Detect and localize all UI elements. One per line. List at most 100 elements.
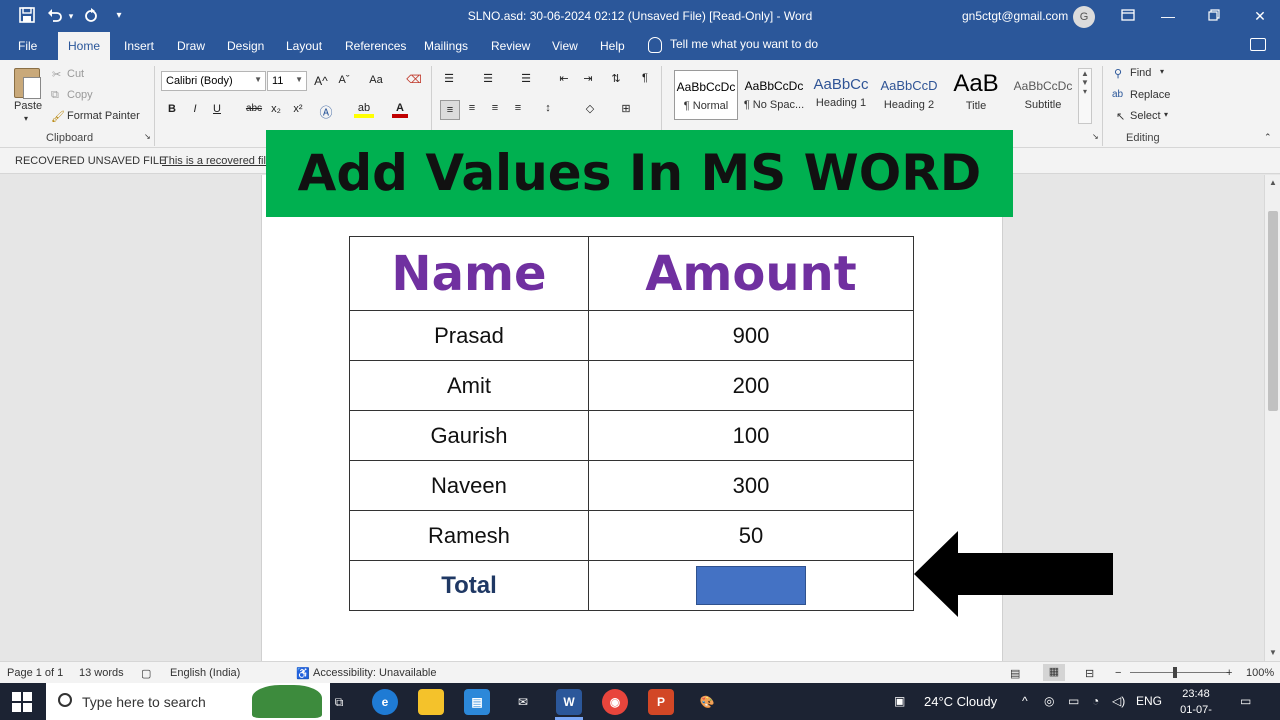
chrome-icon[interactable]: ◉: [602, 689, 628, 715]
multilevel-list-icon[interactable]: ☰: [518, 72, 534, 85]
tab-review[interactable]: Review: [491, 39, 530, 53]
notifications-icon[interactable]: ▭: [1240, 694, 1251, 708]
copy-icon[interactable]: ⧉: [51, 89, 59, 102]
tab-layout[interactable]: Layout: [286, 39, 322, 53]
format-painter-icon[interactable]: 🖌: [51, 110, 65, 123]
shrink-font-button[interactable]: Aˇ: [336, 74, 352, 86]
subscript-button[interactable]: x₂: [268, 103, 284, 115]
page-count[interactable]: Page 1 of 1: [7, 667, 63, 679]
read-mode-icon[interactable]: ▤: [1010, 667, 1020, 680]
name-cell[interactable]: Ramesh: [349, 510, 589, 561]
collapse-ribbon-icon[interactable]: ⌃: [1264, 132, 1272, 143]
increase-indent-icon[interactable]: ⇥: [580, 72, 596, 85]
copy-button[interactable]: Copy: [67, 89, 93, 101]
zoom-out-icon[interactable]: −: [1115, 667, 1121, 679]
replace-button[interactable]: Replace: [1130, 89, 1170, 101]
shading-icon[interactable]: ◇: [582, 102, 598, 115]
wifi-icon[interactable]: ◔: [1092, 694, 1099, 708]
mail-icon[interactable]: ✉: [510, 689, 536, 715]
close-icon[interactable]: ✕: [1250, 6, 1270, 26]
word-icon[interactable]: W: [556, 689, 582, 715]
meet-now-icon[interactable]: ◎: [1044, 694, 1054, 708]
align-left-icon[interactable]: ≡: [440, 100, 460, 120]
chevron-up-icon[interactable]: ^: [1022, 694, 1028, 708]
tab-design[interactable]: Design: [227, 39, 264, 53]
find-button[interactable]: Find: [1130, 67, 1151, 79]
powerpoint-icon[interactable]: P: [648, 689, 674, 715]
zoom-slider-thumb[interactable]: [1173, 667, 1177, 678]
borders-icon[interactable]: ⊞: [618, 102, 634, 115]
accessibility-status[interactable]: Accessibility: Unavailable: [313, 667, 437, 679]
restore-icon[interactable]: [1204, 6, 1224, 26]
proofing-icon[interactable]: ▢: [141, 667, 151, 680]
language-indicator[interactable]: English (India): [170, 667, 240, 679]
scroll-thumb[interactable]: [1268, 211, 1278, 411]
clock[interactable]: 23:48 01-07-2024: [1168, 686, 1224, 720]
amount-cell[interactable]: 100: [587, 410, 915, 461]
web-layout-icon[interactable]: ⊟: [1085, 667, 1094, 680]
amount-cell[interactable]: 300: [587, 460, 915, 511]
recovered-message[interactable]: This is a recovered file: [162, 155, 272, 167]
weather-text[interactable]: 24°C Cloudy: [924, 694, 997, 709]
sort-icon[interactable]: ⇅: [608, 72, 624, 85]
paste-icon[interactable]: [14, 68, 41, 99]
zoom-in-icon[interactable]: +: [1226, 667, 1232, 679]
decrease-indent-icon[interactable]: ⇤: [556, 72, 572, 85]
battery-icon[interactable]: ▭: [1068, 694, 1079, 708]
tab-help[interactable]: Help: [600, 39, 625, 53]
format-painter-button[interactable]: Format Painter: [67, 110, 140, 122]
font-color-button[interactable]: A: [392, 102, 408, 118]
numbering-icon[interactable]: ☰: [480, 72, 496, 85]
edge-icon[interactable]: e: [372, 689, 398, 715]
name-cell[interactable]: Prasad: [349, 310, 589, 361]
ribbon-display-icon[interactable]: [1118, 6, 1138, 26]
weather-icon[interactable]: ▣: [894, 694, 905, 708]
tab-mailings[interactable]: Mailings: [424, 39, 468, 53]
taskbar-search[interactable]: Type here to search: [46, 683, 330, 720]
underline-button[interactable]: U: [209, 103, 225, 115]
total-label[interactable]: Total: [349, 560, 589, 611]
name-cell[interactable]: Naveen: [349, 460, 589, 511]
minimize-icon[interactable]: —: [1158, 6, 1178, 26]
style-heading-1[interactable]: AaBbCc Heading 1: [809, 70, 873, 120]
chevron-down-icon[interactable]: ▾: [1164, 110, 1168, 119]
text-effects-icon[interactable]: Ⓐ: [318, 102, 334, 121]
style-title[interactable]: AaB Title: [944, 70, 1008, 120]
italic-button[interactable]: I: [187, 103, 203, 115]
replace-icon[interactable]: ab: [1112, 89, 1123, 100]
tab-insert[interactable]: Insert: [124, 39, 154, 53]
style-no-spacing[interactable]: AaBbCcDc ¶ No Spac...: [742, 70, 806, 120]
select-icon[interactable]: ↖: [1116, 110, 1125, 123]
bold-button[interactable]: B: [164, 103, 180, 115]
align-center-icon[interactable]: ≡: [464, 102, 480, 114]
amount-cell[interactable]: 50: [587, 510, 915, 561]
select-button[interactable]: Select: [1130, 110, 1161, 122]
superscript-button[interactable]: x²: [290, 103, 306, 115]
scroll-up-icon[interactable]: ▲: [1265, 178, 1280, 187]
style-normal[interactable]: AaBbCcDc ¶ Normal: [674, 70, 738, 120]
grow-font-button[interactable]: A^: [313, 74, 329, 88]
paste-button[interactable]: Paste: [14, 100, 42, 112]
print-layout-icon[interactable]: ▦: [1043, 664, 1065, 681]
zoom-slider[interactable]: [1130, 672, 1230, 673]
font-name-select[interactable]: Calibri (Body) ▼: [161, 71, 266, 91]
header-amount[interactable]: Amount: [587, 236, 915, 311]
tab-references[interactable]: References: [345, 39, 406, 53]
chevron-down-icon[interactable]: ▾: [1160, 67, 1164, 76]
show-marks-icon[interactable]: ¶: [637, 72, 653, 84]
zoom-level[interactable]: 100%: [1246, 667, 1274, 679]
name-cell[interactable]: Amit: [349, 360, 589, 411]
vertical-scrollbar[interactable]: ▲ ▼: [1264, 175, 1280, 661]
amount-cell[interactable]: 900: [587, 310, 915, 361]
scroll-down-icon[interactable]: ▼: [1265, 648, 1280, 657]
font-size-select[interactable]: 11 ▼: [267, 71, 307, 91]
strikethrough-button[interactable]: abc: [243, 103, 265, 114]
windows-start-icon[interactable]: [12, 692, 32, 712]
cut-button[interactable]: Cut: [67, 68, 84, 80]
tab-view[interactable]: View: [552, 39, 578, 53]
input-language[interactable]: ENG: [1136, 694, 1162, 708]
styles-gallery-scroll[interactable]: ▲ ▼ ▾: [1078, 68, 1092, 124]
task-view-icon[interactable]: ⧉: [326, 689, 352, 715]
cut-icon[interactable]: ✂: [52, 68, 61, 81]
style-subtitle[interactable]: AaBbCcDc Subtitle: [1011, 70, 1075, 120]
